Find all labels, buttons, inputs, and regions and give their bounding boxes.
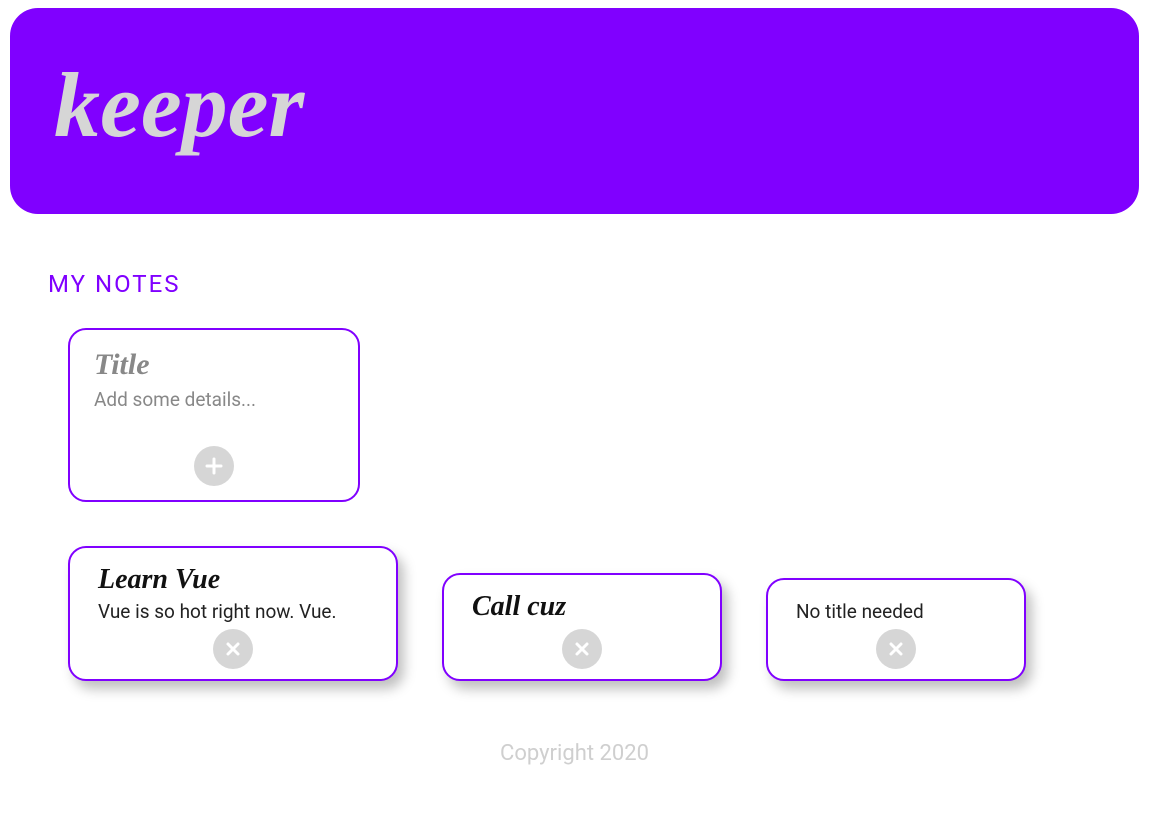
copyright-text: Copyright 2020 <box>500 741 649 766</box>
footer: Copyright 2020 <box>0 741 1149 766</box>
app-header: keeper <box>10 8 1139 214</box>
note-body: Vue is so hot right now. Vue. <box>98 600 368 623</box>
composer-body-input[interactable] <box>94 388 334 414</box>
note-card: Call cuz <box>442 573 722 681</box>
note-body: No title needed <box>796 600 996 623</box>
note-actions <box>98 629 368 669</box>
delete-note-button[interactable] <box>562 629 602 669</box>
add-note-button[interactable] <box>194 446 234 486</box>
app-logo: keeper <box>54 59 304 151</box>
close-icon <box>887 640 905 658</box>
note-card: Learn Vue Vue is so hot right now. Vue. <box>68 546 398 681</box>
close-icon <box>573 640 591 658</box>
note-title: Call cuz <box>472 591 692 623</box>
delete-note-button[interactable] <box>876 629 916 669</box>
plus-icon <box>204 456 224 476</box>
delete-note-button[interactable] <box>213 629 253 669</box>
section-title: MY NOTES <box>48 270 1149 298</box>
note-composer <box>68 328 360 502</box>
close-icon <box>224 640 242 658</box>
composer-actions <box>94 446 334 486</box>
notes-list: Learn Vue Vue is so hot right now. Vue. … <box>68 546 1149 681</box>
composer-title-input[interactable] <box>94 348 334 382</box>
note-actions <box>796 629 996 669</box>
note-title: Learn Vue <box>98 564 368 596</box>
note-actions <box>472 629 692 669</box>
note-card: No title needed <box>766 578 1026 681</box>
